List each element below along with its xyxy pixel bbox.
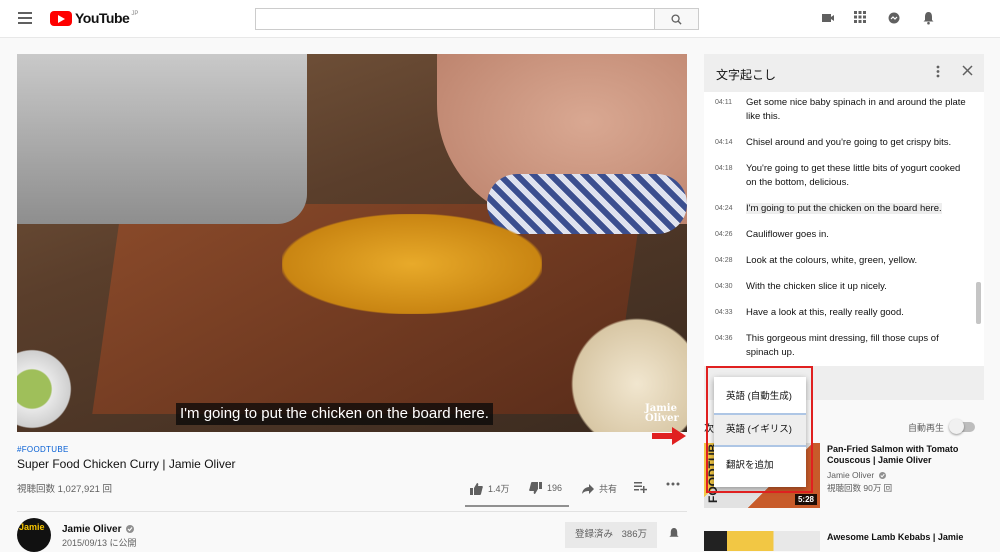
search-button[interactable] xyxy=(654,9,698,29)
hashtag-link[interactable]: #FOODTUBE xyxy=(17,445,69,454)
transcript-timestamp: 04:24 xyxy=(715,205,733,212)
transcript-timestamp: 04:14 xyxy=(715,139,733,146)
dislike-count: 196 xyxy=(547,483,563,493)
chat-icon[interactable] xyxy=(886,11,902,27)
transcript-timestamp: 04:30 xyxy=(715,283,733,290)
more-vertical-icon[interactable] xyxy=(936,65,940,81)
transcript-text: With the chicken slice it up nicely. xyxy=(746,280,968,294)
video-caption: I'm going to put the chicken on the boar… xyxy=(176,403,493,425)
thumbs-up-icon xyxy=(470,482,483,495)
bell-icon[interactable] xyxy=(920,11,936,27)
transcript-list: 04:11 Get some nice baby spinach in and a… xyxy=(704,92,984,360)
transcript-text-span: Cauliflower goes in. xyxy=(746,229,829,240)
video-camera-icon[interactable] xyxy=(820,11,836,27)
transcript-row[interactable]: 04:26 Cauliflower goes in. xyxy=(704,228,984,242)
transcript-text: You're going to get these little bits of… xyxy=(746,162,968,190)
transcript-text-span: You're going to get these little bits of… xyxy=(746,163,961,188)
transcript-timestamp: 04:26 xyxy=(715,231,733,238)
search-icon xyxy=(671,13,682,25)
transcript-text: Chisel around and you're going to get cr… xyxy=(746,136,968,150)
like-count: 1.4万 xyxy=(488,484,510,494)
transcript-text-span: Look at the colours, white, green, yello… xyxy=(746,255,918,266)
transcript-text-span: Get some nice baby spinach in and around… xyxy=(746,97,966,122)
transcript-timestamp: 04:28 xyxy=(715,257,733,264)
transcript-row[interactable]: 04:36 This gorgeous mint dressing, fill t… xyxy=(704,332,984,360)
video-frame-pan xyxy=(17,54,307,224)
divider xyxy=(17,511,687,512)
transcript-text-span: This gorgeous mint dressing, fill those … xyxy=(746,333,939,358)
publish-date: 2015/09/13 に公開 xyxy=(62,538,137,548)
masthead: YouTube JP xyxy=(0,0,1000,38)
annotation-highlight-box xyxy=(706,366,813,493)
annotation-arrow-icon xyxy=(652,427,686,445)
transcript-timestamp: 04:33 xyxy=(715,309,733,316)
channel-avatar[interactable]: Jamie xyxy=(17,518,51,552)
add-to-playlist-button[interactable] xyxy=(634,482,647,493)
youtube-play-icon xyxy=(50,10,72,26)
more-actions-button[interactable] xyxy=(666,482,680,486)
transcript-text: Have a look at this, really really good. xyxy=(746,306,968,320)
subscribe-button[interactable]: 登録済み 386万 xyxy=(565,522,657,548)
playlist-add-icon xyxy=(634,482,647,493)
transcript-panel: 文字起こし 04:11 Get some nice baby spinach in… xyxy=(704,54,984,366)
close-icon[interactable] xyxy=(962,63,973,80)
video-duration: 5:28 xyxy=(794,494,817,505)
search-input[interactable] xyxy=(255,8,699,30)
transcript-row[interactable]: 04:28 Look at the colours, white, green, … xyxy=(704,254,984,268)
transcript-text: Cauliflower goes in. xyxy=(746,228,968,242)
transcript-title: 文字起こし xyxy=(716,68,777,82)
autoplay-toggle[interactable] xyxy=(949,419,975,434)
share-button[interactable]: 共有 xyxy=(582,482,617,495)
transcript-row[interactable]: 04:11 Get some nice baby spinach in and a… xyxy=(704,96,984,124)
transcript-text-span: I'm going to put the chicken on the boar… xyxy=(746,203,942,214)
transcript-row[interactable]: 04:24 I'm going to put the chicken on the… xyxy=(704,202,984,216)
transcript-row[interactable]: 04:14 Chisel around and you're going to g… xyxy=(704,136,984,150)
recommendation-title[interactable]: Pan-Fried Salmon with Tomato Couscous | … xyxy=(827,444,977,466)
transcript-row[interactable]: 04:18 You're going to get these little bi… xyxy=(704,162,984,190)
dislike-button[interactable]: 196 xyxy=(529,482,562,494)
transcript-scrollbar[interactable] xyxy=(976,282,981,324)
transcript-timestamp: 04:18 xyxy=(715,165,733,172)
transcript-text-span: Have a look at this, really really good. xyxy=(746,307,904,318)
transcript-text: This gorgeous mint dressing, fill those … xyxy=(746,332,968,360)
transcript-row[interactable]: 04:30 With the chicken slice it up nicely… xyxy=(704,280,984,294)
transcript-text-span: Chisel around and you're going to get cr… xyxy=(746,137,952,148)
apps-grid-icon[interactable] xyxy=(852,11,868,27)
recommendation-views: 視聴回数 90万 回 xyxy=(827,483,893,493)
recommendation-channel: Jamie Oliver xyxy=(827,470,886,480)
menu-icon[interactable] xyxy=(18,12,32,24)
video-player[interactable]: I'm going to put the chicken on the boar… xyxy=(17,54,687,432)
transcript-timestamp: 04:36 xyxy=(715,335,733,342)
verified-icon xyxy=(878,472,886,479)
transcript-header: 文字起こし xyxy=(704,54,984,92)
video-title: Super Food Chicken Curry | Jamie Oliver xyxy=(17,457,236,471)
sentiment-bar xyxy=(465,505,569,507)
autoplay-label: 自動再生 xyxy=(908,423,945,433)
thumbs-down-icon xyxy=(529,482,542,494)
like-button[interactable]: 1.4万 xyxy=(470,482,510,495)
transcript-row[interactable]: 04:33 Have a look at this, really really … xyxy=(704,306,984,320)
channel-watermark: Jamie Oliver xyxy=(645,403,679,424)
transcript-text-span: With the chicken slice it up nicely. xyxy=(746,281,887,292)
transcript-timestamp: 04:11 xyxy=(715,99,732,106)
more-horizontal-icon xyxy=(666,482,680,486)
transcript-text: I'm going to put the chicken on the boar… xyxy=(746,202,968,216)
transcript-text: Get some nice baby spinach in and around… xyxy=(746,96,968,124)
youtube-logo[interactable]: YouTube JP xyxy=(50,10,138,26)
share-label: 共有 xyxy=(599,484,618,494)
share-icon xyxy=(582,483,594,494)
verified-icon xyxy=(126,525,135,533)
transcript-text: Look at the colours, white, green, yello… xyxy=(746,254,968,268)
video-frame-chicken xyxy=(282,214,542,314)
channel-name[interactable]: Jamie Oliver xyxy=(62,524,135,535)
recommendation-thumbnail[interactable] xyxy=(704,531,820,551)
view-count: 視聴回数 1,027,921 回 xyxy=(17,484,113,495)
video-frame-bowl xyxy=(17,344,77,432)
